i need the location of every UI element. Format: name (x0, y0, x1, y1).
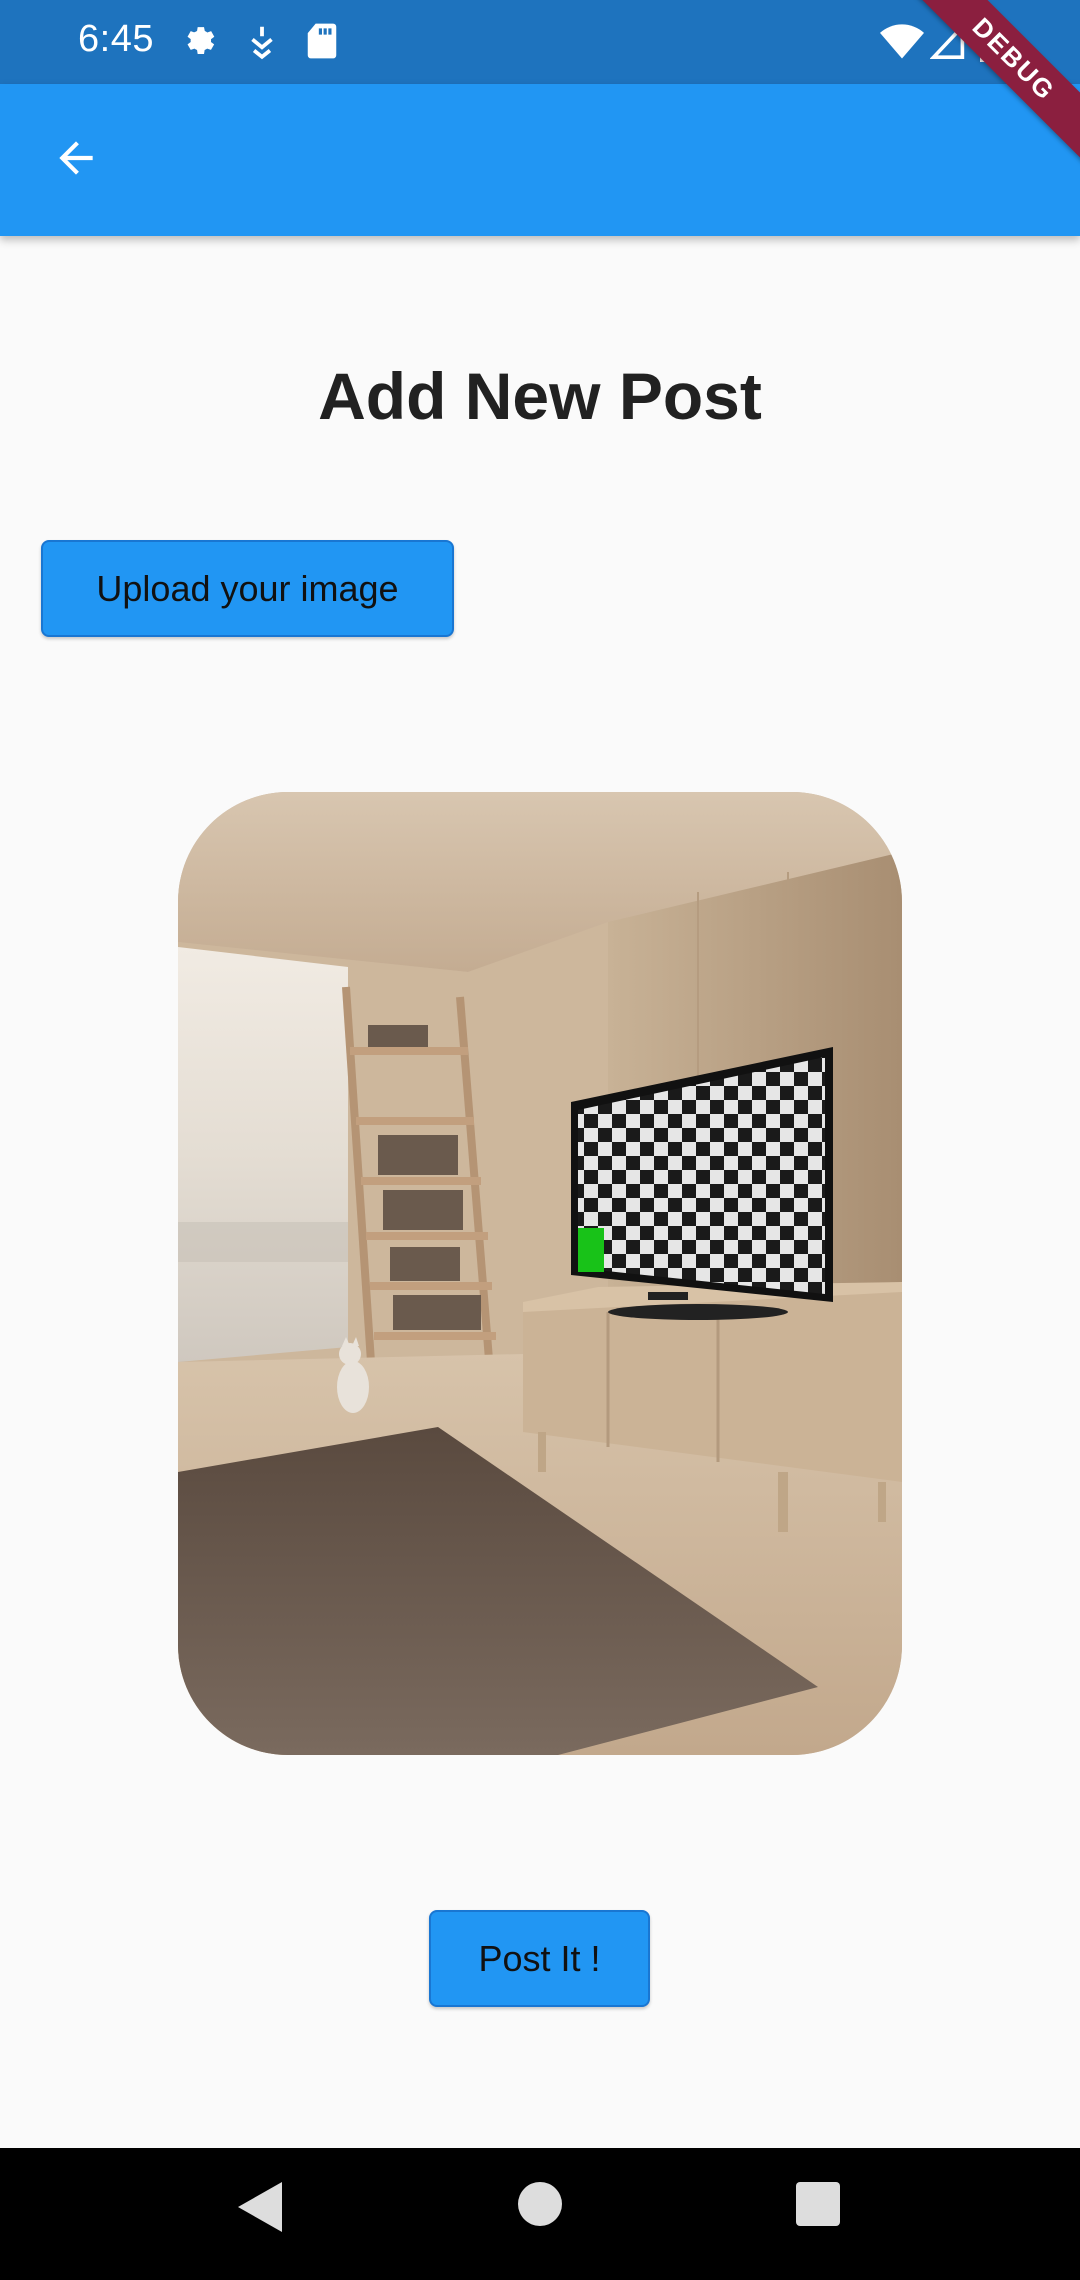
wifi-icon (880, 22, 924, 67)
sd-card-icon (306, 22, 338, 65)
upload-image-button[interactable]: Upload your image (41, 540, 454, 637)
navigation-bar (0, 2148, 1080, 2280)
page-title: Add New Post (318, 359, 762, 433)
usb-debug-icon (246, 22, 278, 65)
back-button[interactable] (38, 122, 114, 198)
recents-square-icon[interactable] (796, 2182, 840, 2231)
image-preview (178, 792, 902, 1755)
post-button[interactable]: Post It ! (429, 1910, 650, 2007)
status-bar: 6:45 (0, 0, 1080, 84)
status-time: 6:45 (78, 18, 154, 60)
app-bar (0, 84, 1080, 236)
gear-icon (182, 22, 220, 65)
back-triangle-icon[interactable] (238, 2182, 282, 2237)
arrow-back-icon (51, 133, 101, 188)
home-circle-icon[interactable] (518, 2182, 562, 2231)
